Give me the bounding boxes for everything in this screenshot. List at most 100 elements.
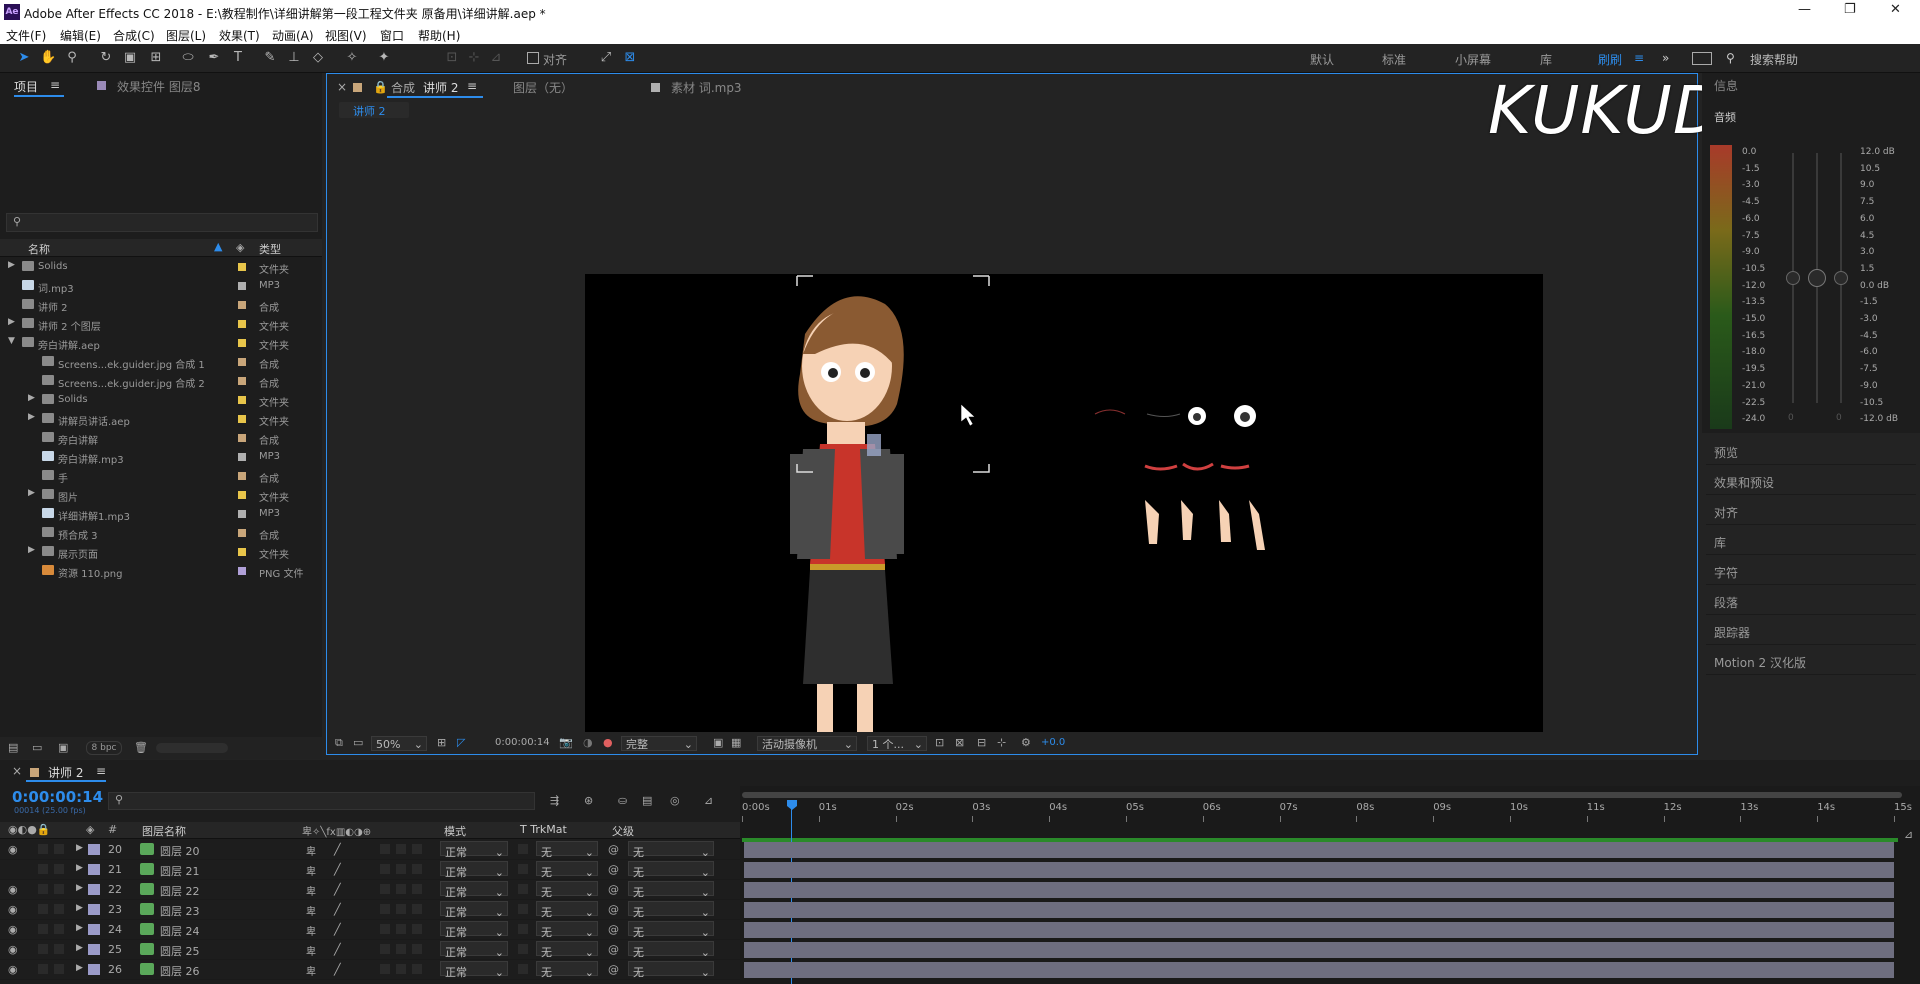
3d-switch-box[interactable] (412, 964, 422, 974)
new-composition-icon[interactable]: ▣ (58, 741, 68, 754)
info-tab[interactable]: 信息 (1714, 77, 1738, 94)
solo-toggle[interactable] (54, 924, 64, 934)
shy-switch[interactable]: 卑 (306, 843, 316, 858)
shy-switch[interactable]: 卑 (306, 963, 316, 978)
frame-blending-icon[interactable]: ▤ (642, 794, 652, 807)
trackmatte-dropdown[interactable]: 无 ⌄ (536, 921, 598, 939)
project-item[interactable]: Screens...ek.guider.jpg 合成 1 合成 (0, 353, 322, 372)
expand-arrow-icon[interactable]: ▶ (28, 545, 35, 555)
shy-switch[interactable]: 卑 (306, 923, 316, 938)
show-snapshot-icon[interactable]: ◑ (583, 736, 593, 749)
mode-header[interactable]: 模式 (444, 823, 466, 839)
layer-duration-bar[interactable] (744, 922, 1894, 938)
visibility-eye-icon[interactable]: ◉ (8, 843, 18, 856)
preserve-transparency-box[interactable] (518, 964, 528, 974)
fx-switch-box[interactable] (380, 884, 390, 894)
text-tool-icon[interactable]: T (230, 50, 246, 66)
breadcrumb-comp-name[interactable]: 讲师 2 (353, 103, 386, 119)
timeline-icon[interactable]: ⊟ (977, 736, 986, 749)
motion-blur-switch-box[interactable] (396, 964, 406, 974)
blend-mode-dropdown[interactable]: 正常 ⌄ (440, 881, 508, 899)
layer-duration-bar[interactable] (744, 882, 1894, 898)
panel-tab-item[interactable]: 跟踪器 (1714, 624, 1750, 641)
project-search-input[interactable]: ⚲ (6, 213, 318, 232)
expand-layer-icon[interactable]: ▶ (76, 943, 83, 953)
motion-blur-switch-box[interactable] (396, 844, 406, 854)
fx-switch-box[interactable] (380, 944, 390, 954)
project-item[interactable]: 旁白讲解.mp3 MP3 (0, 448, 322, 467)
expand-layer-icon[interactable]: ▶ (76, 843, 83, 853)
toggle-pixel-aspect-icon[interactable]: ⊡ (935, 736, 944, 749)
parent-dropdown[interactable]: 无 ⌄ (628, 921, 714, 939)
expand-arrow-icon[interactable]: ▼ (8, 336, 15, 346)
3d-switch-box[interactable] (412, 944, 422, 954)
quality-switch[interactable]: ╱ (334, 923, 341, 936)
menu-edit[interactable]: 编辑(E) (60, 27, 101, 44)
right-fader-knob[interactable] (1834, 271, 1848, 285)
parent-pickwhip-icon[interactable]: @ (608, 963, 619, 976)
transparency-grid-icon[interactable]: ▦ (731, 736, 741, 749)
snap-checkbox[interactable] (527, 52, 539, 64)
label-color-swatch[interactable] (238, 320, 246, 328)
layer-row[interactable]: ◉ ▶ 23 圆层 23 卑 ╱ 正常 ⌄ 无 ⌄ @ 无 ⌄ (0, 900, 740, 920)
menu-help[interactable]: 帮助(H) (418, 27, 460, 44)
parent-pickwhip-icon[interactable]: @ (608, 943, 619, 956)
motion-blur-switch-box[interactable] (396, 944, 406, 954)
camera-tool-icon[interactable]: ▣ (122, 50, 138, 66)
type-column-header[interactable]: 类型 (259, 241, 281, 257)
layer-row[interactable]: ◉ ▶ 22 圆层 22 卑 ╱ 正常 ⌄ 无 ⌄ @ 无 ⌄ (0, 880, 740, 900)
layer-row[interactable]: ◉ ▶ 26 圆层 26 卑 ╱ 正常 ⌄ 无 ⌄ @ 无 ⌄ (0, 960, 740, 980)
menu-layer[interactable]: 图层(L) (166, 27, 206, 44)
current-time-display[interactable]: 0:00:00:14 (12, 788, 103, 806)
panel-tab-item[interactable]: 对齐 (1714, 504, 1738, 521)
snapshot-icon[interactable]: 📷 (559, 736, 573, 749)
audio-toggle[interactable] (38, 884, 48, 894)
left-fader-knob[interactable] (1786, 271, 1800, 285)
layer-name-header[interactable]: 图层名称 (142, 823, 186, 839)
layer-row[interactable]: ◉ ▶ 25 圆层 25 卑 ╱ 正常 ⌄ 无 ⌄ @ 无 ⌄ (0, 940, 740, 960)
comp-mini-flowchart-icon[interactable]: ⇶ (550, 794, 559, 807)
quality-switch[interactable]: ╱ (334, 843, 341, 856)
layer-row[interactable]: ◉ ▶ 24 圆层 24 卑 ╱ 正常 ⌄ 无 ⌄ @ 无 ⌄ (0, 920, 740, 940)
fx-switch-box[interactable] (380, 844, 390, 854)
workspace-custom[interactable]: 刷刷 (1598, 51, 1622, 68)
solo-toggle[interactable] (54, 844, 64, 854)
3d-switch-box[interactable] (412, 864, 422, 874)
parent-dropdown[interactable]: 无 ⌄ (628, 961, 714, 979)
expand-layer-icon[interactable]: ▶ (76, 903, 83, 913)
name-column-header[interactable]: 名称 (28, 241, 50, 257)
layer-duration-bar[interactable] (744, 942, 1894, 958)
puppet-tool-icon[interactable]: ✦ (376, 50, 392, 66)
workspace-standard[interactable]: 标准 (1382, 51, 1406, 68)
workspace-menu-icon[interactable]: ≡ (1634, 51, 1644, 65)
brush-tool-icon[interactable]: ✎ (262, 50, 278, 66)
channel-icon[interactable]: ● (603, 736, 613, 749)
solo-toggle[interactable] (54, 904, 64, 914)
layer-label-swatch[interactable] (88, 864, 100, 875)
solo-toggle[interactable] (54, 884, 64, 894)
trackmatte-dropdown[interactable]: 无 ⌄ (536, 881, 598, 899)
parent-header[interactable]: 父级 (612, 823, 634, 839)
bit-depth-button[interactable]: 8 bpc (86, 741, 122, 755)
quality-switch[interactable]: ╱ (334, 863, 341, 876)
snap-target-icon[interactable]: ⊠ (622, 50, 638, 66)
new-folder-icon[interactable]: ▭ (32, 741, 42, 754)
3d-switch-box[interactable] (412, 884, 422, 894)
layer-label-swatch[interactable] (88, 844, 100, 855)
close-comp-tab-icon[interactable]: × (337, 80, 347, 94)
workspace-overflow-icon[interactable]: » (1662, 51, 1669, 65)
shy-switch[interactable]: 卑 (306, 883, 316, 898)
exposure-value[interactable]: +0.0 (1041, 737, 1065, 748)
menu-effect[interactable]: 效果(T) (219, 27, 260, 44)
panel-tab-item[interactable]: Motion 2 汉化版 (1714, 654, 1806, 671)
label-color-swatch[interactable] (238, 491, 246, 499)
lock-icon[interactable]: 🔒 (373, 80, 388, 94)
project-item[interactable]: Screens...ek.guider.jpg 合成 2 合成 (0, 372, 322, 391)
layer-label-swatch[interactable] (88, 884, 100, 895)
quality-switch[interactable]: ╱ (334, 943, 341, 956)
comp-tab-name[interactable]: 讲师 2 (423, 79, 458, 96)
always-preview-icon[interactable]: ⧉ (335, 736, 343, 750)
motion-blur-switch-box[interactable] (396, 884, 406, 894)
timeline-menu-icon[interactable]: ≡ (96, 764, 106, 778)
delete-icon[interactable]: 🗑 (134, 741, 148, 754)
